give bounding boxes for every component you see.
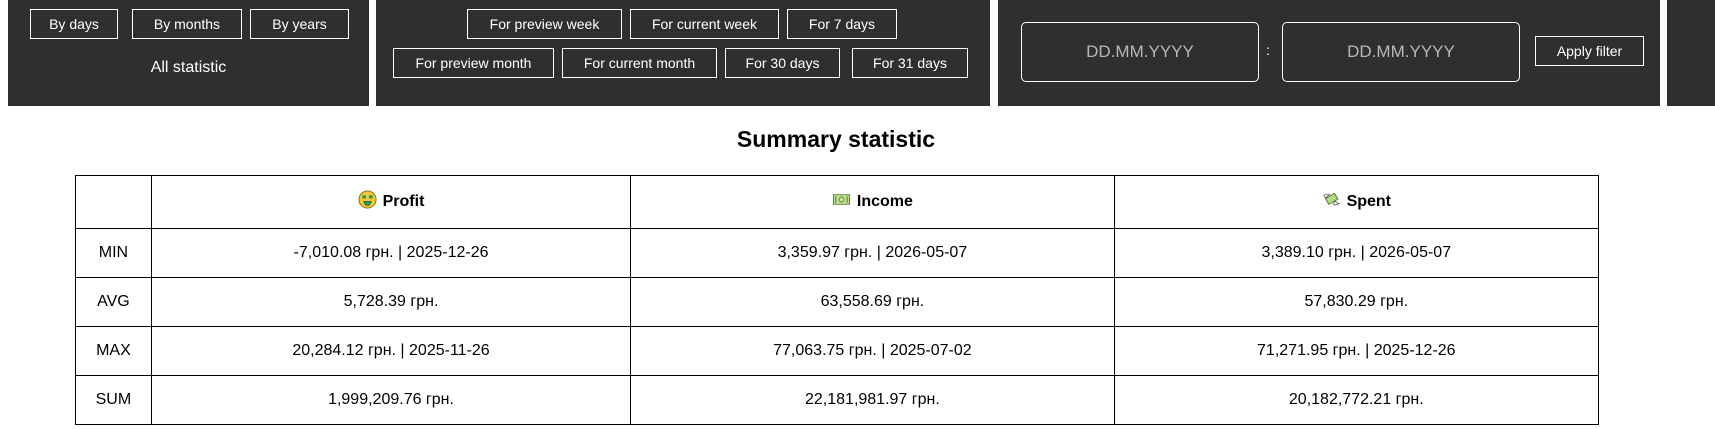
current-week-button[interactable]: For current week bbox=[630, 9, 779, 39]
date-separator: : bbox=[1266, 42, 1270, 58]
thirty-one-days-button[interactable]: For 31 days bbox=[852, 48, 968, 78]
income-cell: 77,063.75 грн. | 2025-07-02 bbox=[630, 326, 1115, 376]
by-months-button[interactable]: By months bbox=[132, 9, 242, 39]
spent-cell: 57,830.29 грн. bbox=[1113, 277, 1600, 327]
page-title: Summary statistic bbox=[736, 126, 936, 152]
table-row: MIN -7,010.08 грн. | 2025-12-26 3,359.97… bbox=[75, 228, 1600, 278]
row-label: AVG bbox=[75, 277, 152, 327]
table-row: AVG 5,728.39 грн. 63,558.69 грн. 57,830.… bbox=[75, 277, 1600, 327]
income-cell: 63,558.69 грн. bbox=[630, 277, 1115, 327]
header-income: Income bbox=[630, 175, 1115, 229]
money-mouth-face-icon bbox=[358, 190, 377, 214]
header-spent-label: Spent bbox=[1346, 193, 1392, 210]
money-with-wings-icon bbox=[1322, 190, 1341, 214]
profit-cell: -7,010.08 грн. | 2025-12-26 bbox=[150, 228, 632, 278]
summary-table: Profit Income Spent MIN -7,010.08 грн. |… bbox=[75, 175, 1600, 425]
preview-week-button[interactable]: For preview week bbox=[467, 9, 622, 39]
quick-filters-panel: For preview week For current week For 7 … bbox=[376, 0, 990, 106]
profit-cell: 20,284.12 грн. | 2025-11-26 bbox=[150, 326, 632, 376]
row-label: SUM bbox=[75, 375, 152, 425]
spent-cell: 71,271.95 грн. | 2025-12-26 bbox=[1113, 326, 1600, 376]
thirty-days-button[interactable]: For 30 days bbox=[725, 48, 840, 78]
by-days-button[interactable]: By days bbox=[30, 9, 118, 39]
preview-month-button[interactable]: For preview month bbox=[393, 48, 554, 78]
table-row: SUM 1,999,209.76 грн. 22,181,981.97 грн.… bbox=[75, 375, 1600, 425]
all-statistic-label: All statistic bbox=[150, 59, 227, 76]
profit-cell: 5,728.39 грн. bbox=[150, 277, 632, 327]
header-empty-cell bbox=[75, 175, 152, 229]
profit-cell: 1,999,209.76 грн. bbox=[150, 375, 632, 425]
extra-panel bbox=[1667, 0, 1715, 106]
by-years-button[interactable]: By years bbox=[250, 9, 349, 39]
filter-bar: By days By months By years All statistic… bbox=[0, 0, 1715, 106]
spent-cell: 20,182,772.21 грн. bbox=[1113, 375, 1600, 425]
banknote-icon bbox=[832, 190, 851, 214]
header-profit-label: Profit bbox=[382, 193, 425, 210]
seven-days-button[interactable]: For 7 days bbox=[787, 9, 897, 39]
period-panel: By days By months By years All statistic bbox=[8, 0, 369, 106]
header-income-label: Income bbox=[856, 193, 913, 210]
income-cell: 3,359.97 грн. | 2026-05-07 bbox=[630, 228, 1115, 278]
header-spent: Spent bbox=[1113, 175, 1600, 229]
date-range-panel: : Apply filter bbox=[998, 0, 1660, 106]
date-to-input[interactable] bbox=[1282, 22, 1520, 82]
header-profit: Profit bbox=[150, 175, 632, 229]
spent-cell: 3,389.10 грн. | 2026-05-07 bbox=[1113, 228, 1600, 278]
apply-filter-button[interactable]: Apply filter bbox=[1535, 36, 1644, 66]
income-cell: 22,181,981.97 грн. bbox=[630, 375, 1115, 425]
table-row: MAX 20,284.12 грн. | 2025-11-26 77,063.7… bbox=[75, 326, 1600, 376]
table-header-row: Profit Income Spent bbox=[75, 175, 1600, 229]
current-month-button[interactable]: For current month bbox=[562, 48, 717, 78]
date-from-input[interactable] bbox=[1021, 22, 1259, 82]
row-label: MIN bbox=[75, 228, 152, 278]
row-label: MAX bbox=[75, 326, 152, 376]
